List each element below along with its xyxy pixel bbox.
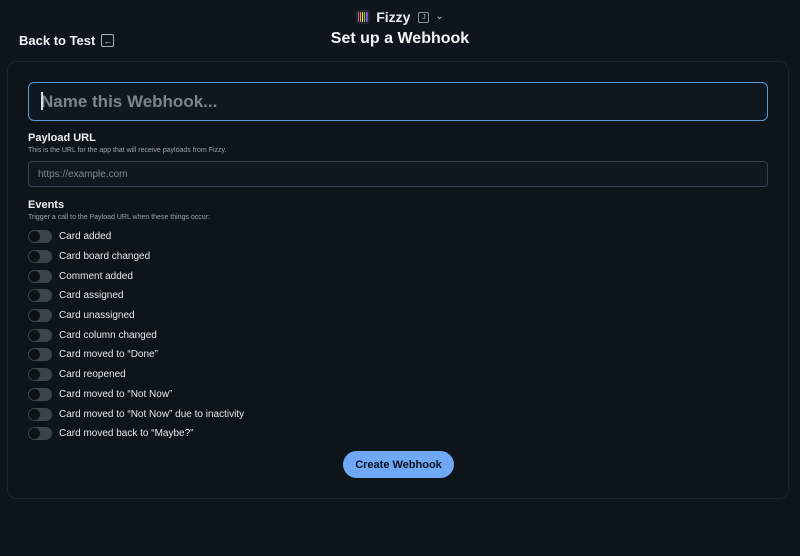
- event-label: Card moved to “Done”: [59, 349, 158, 361]
- fizzy-logo-icon: [356, 10, 371, 24]
- event-label: Card added: [59, 231, 112, 243]
- logo-stripe: [363, 12, 365, 22]
- event-label: Card assigned: [59, 290, 124, 302]
- events-help: Trigger a call to the Payload URL when t…: [28, 214, 210, 221]
- event-toggle[interactable]: [28, 328, 52, 342]
- event-toggle[interactable]: [28, 250, 52, 264]
- event-toggle[interactable]: [28, 230, 52, 244]
- text-caret: [41, 92, 43, 110]
- event-row: Card column changed: [28, 325, 244, 345]
- payload-url-label: Payload URL: [28, 132, 96, 144]
- event-label: Card column changed: [59, 329, 157, 341]
- page-title: Set up a Webhook: [330, 30, 470, 47]
- event-row: Card unassigned: [28, 306, 244, 326]
- webhook-form-panel: Payload URL This is the URL for the app …: [7, 61, 789, 499]
- event-row: Card moved to “Not Now”: [28, 385, 244, 405]
- event-label: Card reopened: [59, 369, 126, 381]
- event-row: Comment added: [28, 266, 244, 286]
- event-label: Card moved back to “Maybe?”: [59, 428, 194, 440]
- event-toggle[interactable]: [28, 407, 52, 421]
- event-toggle[interactable]: [28, 269, 52, 283]
- logo-stripe: [360, 12, 361, 22]
- event-label: Card board changed: [59, 251, 151, 263]
- chevron-down-icon[interactable]: ⌄: [435, 11, 443, 22]
- logo-stripe: [365, 12, 367, 22]
- event-row: Card reopened: [28, 365, 244, 385]
- event-toggle[interactable]: [28, 348, 52, 362]
- logo-stripe: [358, 12, 360, 22]
- webhook-name-input[interactable]: [28, 82, 768, 121]
- events-list: Card added Card board changed Comment adde…: [28, 227, 244, 444]
- app-switcher[interactable]: Fizzy J ⌄: [0, 7, 800, 27]
- payload-url-help: This is the URL for the app that will re…: [28, 147, 227, 154]
- event-toggle[interactable]: [28, 309, 52, 323]
- event-label: Comment added: [59, 270, 133, 282]
- app-name: Fizzy: [376, 9, 411, 25]
- event-row: Card moved to “Done”: [28, 345, 244, 365]
- event-label: Card moved to “Not Now”: [59, 388, 173, 400]
- event-row: Card moved to “Not Now” due to inactivit…: [28, 404, 244, 424]
- logo-stripe: [367, 12, 369, 22]
- payload-url-input[interactable]: [28, 161, 768, 187]
- keyboard-shortcut-icon: J: [418, 11, 430, 23]
- event-toggle[interactable]: [28, 427, 52, 441]
- event-label: Card unassigned: [59, 310, 135, 322]
- create-webhook-button[interactable]: Create Webhook: [343, 451, 454, 478]
- event-toggle[interactable]: [28, 289, 52, 303]
- events-label: Events: [28, 199, 65, 211]
- event-toggle[interactable]: [28, 387, 52, 401]
- event-toggle[interactable]: [28, 368, 52, 382]
- event-row: Card assigned: [28, 286, 244, 306]
- event-row: Card added: [28, 227, 244, 247]
- event-row: Card moved back to “Maybe?”: [28, 424, 244, 444]
- logo-stripe: [361, 12, 363, 22]
- event-row: Card board changed: [28, 247, 244, 267]
- event-label: Card moved to “Not Now” due to inactivit…: [59, 408, 245, 420]
